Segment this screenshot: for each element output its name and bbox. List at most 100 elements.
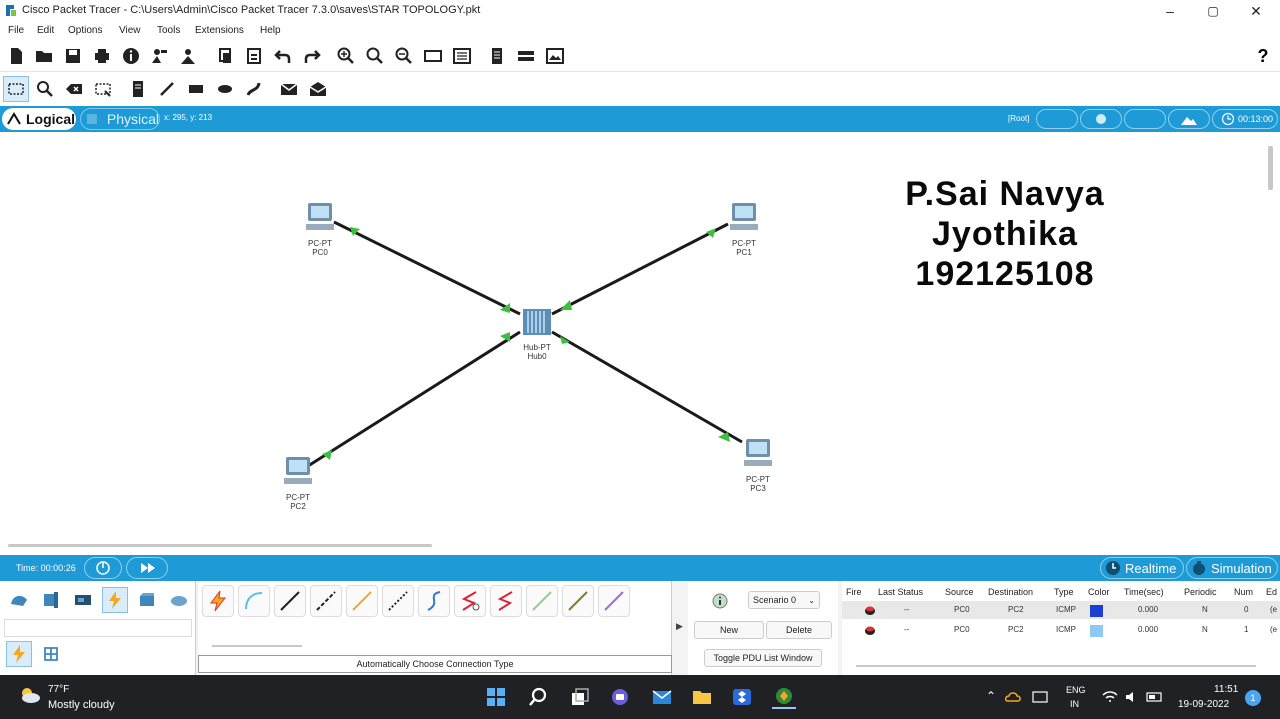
menu-file[interactable]: File: [8, 25, 24, 36]
grid-view-icon[interactable]: [38, 641, 64, 667]
print-icon[interactable]: [89, 43, 115, 69]
wifi-icon[interactable]: [1102, 690, 1118, 704]
cell-edit[interactable]: (e: [1270, 605, 1277, 614]
device-pc3[interactable]: PC-PT PC3: [734, 436, 782, 493]
draw-rectangle-icon[interactable]: [183, 76, 209, 102]
usb-cable-icon[interactable]: [598, 585, 630, 617]
device-pc1[interactable]: PC-PT PC1: [720, 200, 768, 257]
set-tiled-background-button[interactable]: [1124, 109, 1166, 129]
panel-collapse-arrow-icon[interactable]: ▶: [676, 621, 683, 632]
components-icon[interactable]: [70, 587, 96, 613]
teams-chat-icon[interactable]: [608, 685, 632, 709]
draw-line-icon[interactable]: [154, 76, 180, 102]
battery-icon[interactable]: [1146, 691, 1164, 703]
inspect-icon[interactable]: [32, 76, 58, 102]
multiuser-cloud-icon[interactable]: [166, 587, 192, 613]
paste-icon[interactable]: [241, 43, 267, 69]
console-cable-icon[interactable]: [238, 585, 270, 617]
zoom-in-icon[interactable]: [333, 43, 359, 69]
minimize-button[interactable]: –: [1150, 0, 1190, 22]
simulation-mode-button[interactable]: Simulation: [1186, 557, 1278, 579]
menu-edit[interactable]: Edit: [37, 25, 54, 36]
phone-cable-icon[interactable]: [382, 585, 414, 617]
copy-icon[interactable]: [212, 43, 238, 69]
resize-shape-icon[interactable]: [90, 76, 116, 102]
info-icon[interactable]: [118, 43, 144, 69]
logical-workspace[interactable]: PC-PT PC0 PC-PT PC1 Hub-PT Hub0 PC-PT PC…: [0, 132, 1280, 552]
open-folder-icon[interactable]: [31, 43, 57, 69]
root-label[interactable]: [Root]: [1008, 114, 1029, 123]
octal-cable-icon[interactable]: [526, 585, 558, 617]
help-icon[interactable]: ?: [1250, 43, 1276, 69]
end-devices-icon[interactable]: [38, 587, 64, 613]
coaxial-icon[interactable]: [418, 585, 450, 617]
connections-subcategory-icon[interactable]: [6, 641, 32, 667]
cloud-sync-icon[interactable]: [1004, 689, 1022, 705]
language-region[interactable]: IN: [1070, 699, 1079, 709]
new-cluster-button[interactable]: [1036, 109, 1078, 129]
tab-physical[interactable]: Physical: [80, 108, 160, 130]
save-icon[interactable]: [60, 43, 86, 69]
language-code[interactable]: ENG: [1066, 685, 1086, 695]
notes-icon[interactable]: [484, 43, 510, 69]
volume-icon[interactable]: [1124, 690, 1138, 704]
copper-cross-over-icon[interactable]: [310, 585, 342, 617]
chevron-up-icon[interactable]: ⌃: [986, 689, 996, 703]
fire-status-icon[interactable]: [864, 604, 876, 616]
redo-icon[interactable]: [299, 43, 325, 69]
mail-icon[interactable]: [650, 685, 674, 709]
viewport-button[interactable]: [1168, 109, 1210, 129]
windows-start-icon[interactable]: [484, 685, 508, 709]
menu-tools[interactable]: Tools: [157, 25, 180, 36]
new-scenario-button[interactable]: New: [694, 621, 764, 639]
new-file-icon[interactable]: [3, 43, 29, 69]
scenario-info-icon[interactable]: [712, 593, 728, 609]
menu-view[interactable]: View: [119, 25, 141, 36]
device-pc2[interactable]: PC-PT PC2: [274, 454, 322, 511]
vertical-scrollbar[interactable]: [1268, 146, 1273, 190]
device-pc0[interactable]: PC-PT PC0: [296, 200, 344, 257]
dropbox-icon[interactable]: [730, 685, 754, 709]
place-note-icon[interactable]: [125, 76, 151, 102]
cell-edit[interactable]: (e: [1270, 625, 1277, 634]
auto-connection-icon[interactable]: [202, 585, 234, 617]
serial-dce-icon[interactable]: [454, 585, 486, 617]
clock-time[interactable]: 11:51: [1214, 684, 1238, 695]
connection-scrollbar[interactable]: [212, 645, 302, 647]
power-cycle-button[interactable]: [84, 557, 122, 579]
move-object-button[interactable]: [1080, 109, 1122, 129]
freeform-icon[interactable]: [241, 76, 267, 102]
menu-help[interactable]: Help: [260, 25, 281, 36]
category-search-field[interactable]: [4, 619, 192, 637]
tab-logical[interactable]: Logical: [2, 108, 76, 130]
drawing-palette-icon[interactable]: [420, 43, 446, 69]
keyboard-icon[interactable]: [1032, 691, 1048, 703]
activity-wizard-icon[interactable]: [146, 43, 172, 69]
iot-custom-cable-icon[interactable]: [562, 585, 594, 617]
delete-scenario-button[interactable]: Delete: [766, 621, 832, 639]
table-row[interactable]: -- PC0 PC2 ICMP 0.000 N 1 (e: [842, 621, 1280, 639]
weather-cloud-icon[interactable]: [18, 685, 42, 705]
clock-date[interactable]: 19-09-2022: [1178, 699, 1229, 710]
horizontal-scrollbar[interactable]: [8, 544, 432, 547]
misc-devices-icon[interactable]: [134, 587, 160, 613]
zoom-reset-icon[interactable]: [362, 43, 388, 69]
file-explorer-icon[interactable]: [690, 685, 714, 709]
notification-badge[interactable]: 1: [1245, 690, 1261, 706]
pdu-list-scrollbar[interactable]: [856, 665, 1256, 667]
select-tool-icon[interactable]: [3, 76, 29, 102]
device-hub0[interactable]: Hub-PT Hub0: [512, 306, 562, 361]
fast-forward-button[interactable]: [126, 557, 168, 579]
copper-straight-through-icon[interactable]: [274, 585, 306, 617]
undo-icon[interactable]: [270, 43, 296, 69]
add-simple-pdu-icon[interactable]: [276, 76, 302, 102]
add-complex-pdu-icon[interactable]: [305, 76, 331, 102]
serial-dte-icon[interactable]: [490, 585, 522, 617]
menu-options[interactable]: Options: [68, 25, 102, 36]
delete-tool-icon[interactable]: [61, 76, 87, 102]
user-profile-icon[interactable]: [175, 43, 201, 69]
packet-tracer-taskbar-icon[interactable]: [772, 685, 796, 709]
fiber-icon[interactable]: [346, 585, 378, 617]
connections-category-icon[interactable]: [102, 587, 128, 613]
task-view-icon[interactable]: [568, 685, 592, 709]
